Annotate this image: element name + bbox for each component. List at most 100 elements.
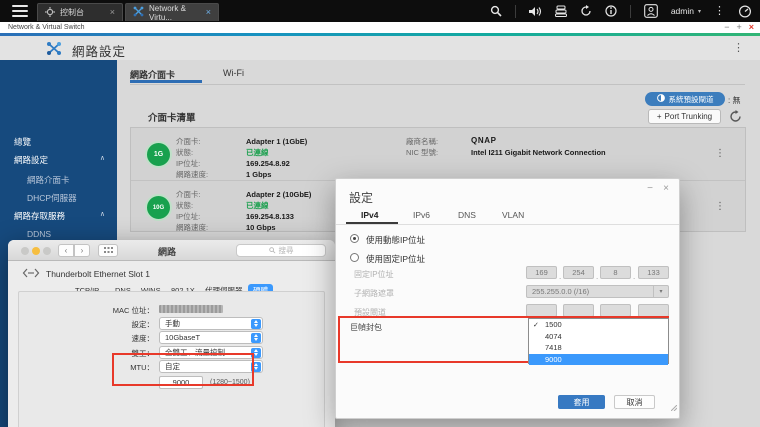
background-tasks-icon[interactable] [555, 5, 567, 17]
device-row: Thunderbolt Ethernet Slot 1 [22, 268, 150, 280]
jumbo-option-1500[interactable]: ✓ 1500 [529, 319, 668, 331]
mtu-select[interactable]: 自定 [159, 360, 263, 373]
user-avatar-icon[interactable] [644, 4, 658, 18]
adapter-speed-badge: 1G [145, 141, 172, 168]
taskbar-tab-network-switch[interactable]: Network & Virtu... × [125, 3, 219, 21]
static-ip-radio[interactable] [350, 253, 359, 262]
minimize-icon[interactable]: − [724, 23, 729, 32]
maximize-icon[interactable]: + [736, 23, 741, 32]
sidebar-item-network-settings[interactable]: 網路設定 ∧ [0, 154, 117, 169]
tab-ipv6[interactable]: IPv6 [413, 210, 430, 220]
dashboard-gauge-icon[interactable] [738, 5, 752, 18]
app-window-title: Network & Virtual Switch [8, 24, 85, 31]
taskbar-tab-control-panel[interactable]: 控制台 × [37, 3, 123, 21]
adapter-menu-icon[interactable]: ⋮ [715, 148, 725, 159]
macos-window-title: 網路 [158, 245, 176, 258]
zoom-traffic-light[interactable] [43, 247, 51, 255]
dynamic-ip-radio[interactable] [350, 234, 359, 243]
tab-ipv4[interactable]: IPv4 [361, 210, 379, 220]
sync-icon[interactable] [580, 5, 592, 17]
page-more-options-icon[interactable]: ⋮ [733, 41, 744, 54]
dialog-close-icon[interactable]: × [663, 184, 669, 194]
divider [515, 5, 516, 18]
cancel-button[interactable]: 取消 [614, 395, 655, 409]
octet-dot: . [633, 272, 635, 281]
dialog-title: 設定 [349, 189, 373, 206]
adapter-menu-icon[interactable]: ⋮ [715, 201, 725, 212]
ip-octet-4[interactable]: 133 [638, 266, 669, 279]
default-gateway-label: 預設閘道 [354, 307, 386, 318]
macos-titlebar[interactable]: ‹ › 網路 搜尋 [8, 240, 335, 261]
main-menu-icon[interactable] [12, 5, 28, 17]
tab-wifi[interactable]: Wi-Fi [223, 68, 244, 78]
system-default-gateway-button[interactable]: 系統預設閘道 [645, 92, 725, 106]
mac-address-label: MAC 位址： [49, 305, 154, 316]
sidebar-item-dhcp-server[interactable]: DHCP伺服器 [0, 192, 117, 207]
ip-octet-2[interactable]: 254 [563, 266, 594, 279]
divider [630, 5, 631, 18]
duplex-label: 雙工： [49, 348, 154, 359]
macos-network-window: ‹ › 網路 搜尋 Thunderbolt Ethernet Slot 1 TC… [8, 240, 335, 427]
adapter-row-1[interactable]: 1G 介面卡: 狀態: IP位址: 網路速度: Adapter 1 (1GbE)… [131, 128, 745, 180]
stepper-icon [251, 319, 261, 329]
fixed-ip-label: 固定IP位址 [354, 269, 394, 280]
speed-label: 網路速度: [176, 222, 208, 233]
gateway-octet-3[interactable] [600, 304, 631, 317]
tab-vlan[interactable]: VLAN [502, 210, 524, 220]
sidebar-item-network-access[interactable]: 網路存取服務 ∧ [0, 210, 117, 225]
status-value: 已連線 [246, 200, 269, 211]
close-traffic-light[interactable] [21, 247, 29, 255]
dialog-minimize-icon[interactable]: − [647, 184, 653, 194]
gateway-octet-4[interactable] [638, 304, 669, 317]
search-input[interactable]: 搜尋 [236, 244, 326, 257]
ip-label: IP位址: [176, 211, 200, 222]
mtu-value-input[interactable] [159, 376, 203, 389]
adapter-label: 介面卡: [176, 136, 201, 147]
forward-button[interactable]: › [74, 244, 90, 257]
port-trunking-button[interactable]: + Port Trunking [648, 109, 721, 124]
vendor-value: QNAP [471, 135, 497, 146]
info-icon[interactable] [605, 5, 617, 17]
close-icon[interactable]: × [749, 23, 754, 32]
subnet-mask-select[interactable]: 255.255.0.0 (/16) ▾ [526, 285, 669, 298]
gateway-octet-2[interactable] [563, 304, 594, 317]
system-default-gateway-value: : 無 [728, 95, 740, 106]
chevron-up-icon: ∧ [100, 210, 105, 218]
gateway-octet-1[interactable] [526, 304, 557, 317]
octet-dot: . [559, 272, 561, 281]
jumbo-option-9000[interactable]: 9000 [529, 354, 668, 366]
configure-select[interactable]: 手動 [159, 317, 263, 330]
tab-dns[interactable]: DNS [458, 210, 476, 220]
ip-octet-3[interactable]: 8 [600, 266, 631, 279]
duplex-select[interactable]: 全雙工、流量控制 [159, 346, 263, 359]
more-options-icon[interactable]: ⋮ [714, 6, 725, 17]
speed-select[interactable]: 10GbaseT [159, 331, 263, 344]
subnet-mask-label: 子網路遮罩 [354, 288, 394, 299]
close-icon[interactable]: × [110, 8, 115, 17]
view-all-icon[interactable] [98, 244, 118, 257]
radio-dot [353, 237, 356, 240]
minimize-traffic-light[interactable] [32, 247, 40, 255]
refresh-icon[interactable] [729, 110, 742, 128]
nic-value: Intel I211 Gigabit Network Connection [471, 147, 606, 158]
volume-icon[interactable] [529, 6, 542, 17]
close-icon[interactable]: × [206, 8, 211, 17]
back-button[interactable]: ‹ [58, 244, 74, 257]
ip-octet-1[interactable]: 169 [526, 266, 557, 279]
jumbo-option-7418[interactable]: 7418 [529, 342, 668, 354]
ip-value: 169.254.8.92 [246, 158, 290, 169]
status-label: 狀態: [176, 200, 193, 211]
jumbo-frame-label: 巨幀封包 [350, 322, 382, 333]
sidebar-item-overview[interactable]: 總覽 [0, 136, 117, 151]
mac-address-redacted-value [159, 305, 223, 313]
apply-button[interactable]: 套用 [558, 395, 605, 409]
network-switch-icon [133, 6, 144, 19]
search-placeholder: 搜尋 [279, 245, 294, 256]
configure-label: 設定： [49, 319, 154, 330]
resize-handle-icon[interactable] [671, 398, 677, 416]
nic-label: NIC 型號: [406, 147, 438, 158]
search-icon[interactable] [490, 5, 502, 17]
sidebar-item-network-interfaces[interactable]: 網路介面卡 [0, 174, 117, 189]
jumbo-option-4074[interactable]: 4074 [529, 331, 668, 343]
admin-menu[interactable]: admin ▾ [671, 6, 701, 16]
